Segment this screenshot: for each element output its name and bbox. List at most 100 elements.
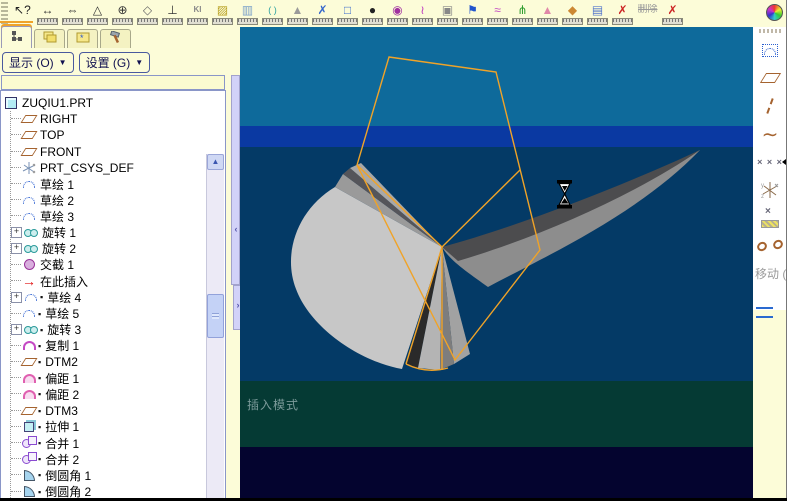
tree-item[interactable]: 草绘 4 <box>11 289 207 305</box>
insert-marker <box>38 487 41 497</box>
select-help-icon[interactable]: ↖? <box>10 1 35 27</box>
insert-marker <box>38 470 41 480</box>
datum-axis-tool-icon[interactable] <box>757 93 783 119</box>
offset-icon <box>21 387 37 401</box>
busy-hourglass-cursor <box>557 180 572 209</box>
tree-item[interactable]: 旋转 2 <box>11 241 207 257</box>
insert-marker <box>38 438 41 448</box>
folder-star-icon: * <box>76 30 90 48</box>
expand-icon[interactable] <box>11 291 22 303</box>
scroll-up-icon[interactable]: ▲ <box>207 154 224 170</box>
datum-curve-tool-icon[interactable] <box>757 121 783 147</box>
tree-item[interactable]: 草绘 1 <box>11 176 207 192</box>
graphics-viewport[interactable]: 插入模式 <box>240 27 753 498</box>
section-hatch-icon[interactable]: ▨ <box>210 1 235 27</box>
analysis-cone-icon[interactable]: ▲ <box>285 1 310 27</box>
svg-text:y: y <box>761 183 764 189</box>
tree-item[interactable]: 复制 1 <box>11 338 207 354</box>
tree-item[interactable]: 旋转 1 <box>11 225 207 241</box>
analysis-wave-icon[interactable]: ≈ <box>485 1 510 27</box>
analysis-surface-icon[interactable]: ▥ <box>235 1 260 27</box>
tree-item[interactable]: 偏距 2 <box>11 386 207 402</box>
insert-marker <box>38 309 41 319</box>
analysis-dangling-edge-icon[interactable]: ✗ <box>310 1 335 27</box>
insert-marker <box>38 422 41 432</box>
analysis-draft-icon[interactable]: ▲ <box>535 1 560 27</box>
tree-item[interactable]: DTM3 <box>11 403 207 419</box>
toolbar-grip[interactable] <box>759 29 781 33</box>
chevron-down-icon: ▼ <box>58 58 67 67</box>
delete-all-analysis-icon[interactable]: ✗ <box>660 1 685 27</box>
delete-analysis-button[interactable]: 删除 <box>635 1 660 27</box>
scrollbar-thumb[interactable] <box>207 294 224 338</box>
tree-item[interactable]: TOP <box>11 127 207 143</box>
analysis-dendrite-icon[interactable]: ⋔ <box>510 1 535 27</box>
analysis-sphere-icon[interactable]: ● <box>360 1 385 27</box>
analysis-shaded-sphere-icon[interactable]: ◉ <box>385 1 410 27</box>
analysis-curvature-icon[interactable]: ≀ <box>410 1 435 27</box>
collapse-navigator-sash[interactable]: ‹ <box>231 75 240 285</box>
tree-item-insert-here[interactable]: 在此插入 <box>11 273 207 289</box>
measure-length-icon[interactable]: ⇔ <box>60 1 85 27</box>
show-dropdown-button[interactable]: 显示 (O) ▼ <box>2 52 74 73</box>
expand-icon[interactable] <box>11 243 22 255</box>
insert-here-icon <box>21 274 37 288</box>
expand-icon[interactable] <box>11 324 22 336</box>
tree-item[interactable]: 偏距 1 <box>11 370 207 386</box>
tree-item-root[interactable]: ZUQIU1.PRT <box>3 95 207 111</box>
tree-item[interactable]: 草绘 5 <box>11 305 207 321</box>
offset-point-tool-icon[interactable] <box>757 205 783 231</box>
link-tool-icon[interactable] <box>757 233 783 259</box>
expand-icon[interactable] <box>11 227 22 239</box>
tree-filter-bar[interactable] <box>1 75 225 90</box>
tree-item[interactable]: 草绘 2 <box>11 192 207 208</box>
measure-ki-icon[interactable]: KI <box>185 1 210 27</box>
color-wheel-icon[interactable] <box>762 1 787 27</box>
analysis-window-icon[interactable]: ▣ <box>435 1 460 27</box>
analysis-flag-icon[interactable]: ⚑ <box>460 1 485 27</box>
measure-angle-icon[interactable]: △ <box>85 1 110 27</box>
layer-tree-tab[interactable] <box>34 29 65 48</box>
measure-distance-icon[interactable]: ↔ <box>35 1 60 27</box>
tree-item[interactable]: 合并 1 <box>11 435 207 451</box>
sketch-tool-icon[interactable] <box>757 37 783 63</box>
model-tree-tab[interactable] <box>1 26 32 48</box>
part-icon <box>3 96 19 110</box>
datum-plane-tool-icon[interactable] <box>757 65 783 91</box>
tree-item[interactable]: 草绘 3 <box>11 208 207 224</box>
settings-dropdown-button[interactable]: 设置 (G) ▼ <box>78 52 151 73</box>
tree-item[interactable]: 旋转 3 <box>11 322 207 338</box>
merge-icon <box>21 452 37 466</box>
tree-item[interactable]: 拉伸 1 <box>11 419 207 435</box>
tree-scrollbar[interactable]: ▲ ▼ <box>206 154 224 500</box>
model-tree[interactable]: ZUQIU1.PRT RIGHT TOP FRONT PRT_CSYS_DEF … <box>0 90 226 501</box>
datum-point-tool-icon[interactable] <box>757 149 786 175</box>
analysis-prism-icon[interactable]: ◆ <box>560 1 585 27</box>
model-tree-icon <box>11 29 23 47</box>
analysis-curves-icon[interactable]: ( ) <box>260 1 285 27</box>
tools-tab[interactable] <box>100 29 131 48</box>
tree-item[interactable]: DTM2 <box>11 354 207 370</box>
tree-item[interactable]: FRONT <box>11 144 207 160</box>
datum-plane-icon <box>21 128 37 142</box>
csys-tool-icon[interactable]: yz <box>757 177 783 203</box>
offset-icon <box>21 371 37 385</box>
tree-item[interactable]: 交截 1 <box>11 257 207 273</box>
navigator-panel: * 显示 (O) ▼ 设置 (G) ▼ ZUQIU1.PRT RIGHT TOP… <box>0 26 226 501</box>
tree-item[interactable]: 合并 2 <box>11 451 207 467</box>
datum-plane-icon <box>21 112 37 126</box>
active-tab-accent <box>0 21 33 23</box>
tree-item[interactable]: 倒圆角 1 <box>11 467 207 483</box>
measure-diameter-icon[interactable]: ⊕ <box>110 1 135 27</box>
tree-item[interactable]: RIGHT <box>11 111 207 127</box>
tree-item[interactable]: PRT_CSYS_DEF <box>11 160 207 176</box>
insert-marker <box>38 454 41 464</box>
favorites-tab[interactable]: * <box>67 29 98 48</box>
merge-icon <box>21 436 37 450</box>
analysis-square-icon[interactable]: □ <box>335 1 360 27</box>
analysis-saved-icon[interactable]: ▤ <box>585 1 610 27</box>
measure-area-icon[interactable]: ◇ <box>135 1 160 27</box>
measure-transform-icon[interactable]: ⊥ <box>160 1 185 27</box>
analysis-erase-icon[interactable]: ✗ <box>610 1 635 27</box>
copy-icon <box>21 339 37 353</box>
